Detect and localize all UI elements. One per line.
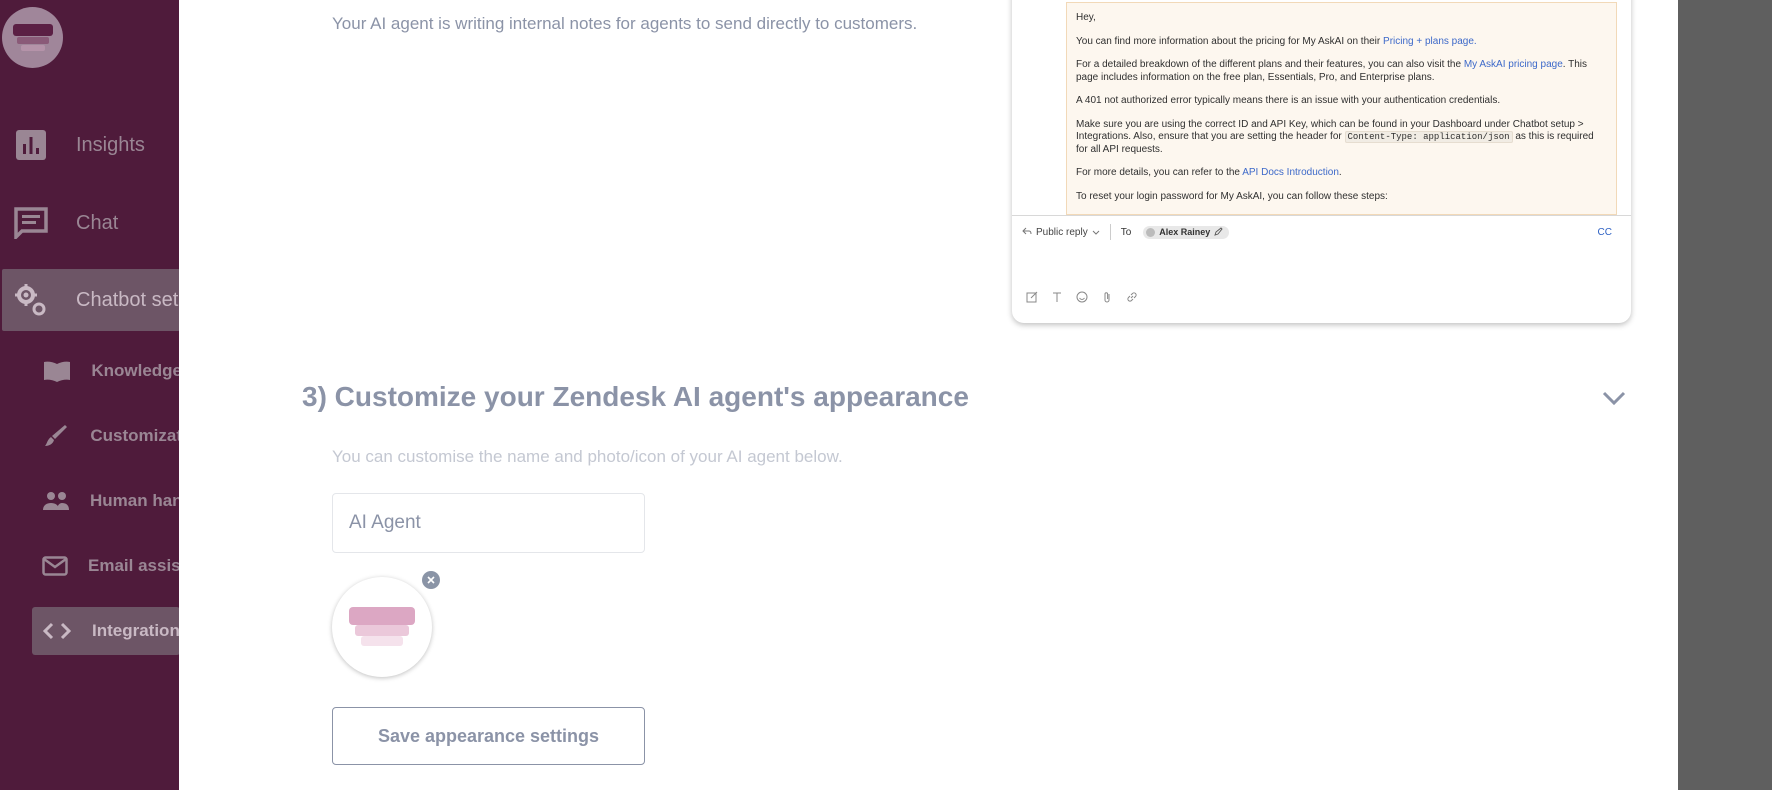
sidebar-subitem-knowledge[interactable]: Knowledge	[32, 347, 182, 395]
link-icon[interactable]	[1124, 289, 1139, 304]
email-paragraph: For a detailed breakdown of the differen…	[1076, 59, 1588, 83]
recipient-name: Alex Rainey	[1159, 227, 1211, 237]
reply-type-dropdown[interactable]: Public reply	[1022, 227, 1100, 238]
email-preview: Hey, You can find more information about…	[1012, 0, 1631, 323]
sidebar-subitem-integrations[interactable]: Integration	[32, 607, 180, 655]
sidebar-subitem-label: Knowledge	[91, 361, 182, 380]
emoji-icon[interactable]	[1074, 289, 1089, 304]
sidebar-item-chat[interactable]: Chat	[0, 192, 180, 254]
recipient-chip[interactable]: Alex Rainey	[1143, 225, 1230, 239]
sidebar-subitem-label: Email assist	[88, 556, 182, 575]
composer-toolbar	[1024, 289, 1139, 304]
divider	[1012, 215, 1631, 216]
agent-name-input[interactable]	[332, 493, 645, 553]
sidebar-subitem-human-handover[interactable]: Human han	[32, 477, 182, 525]
pencil-icon[interactable]	[1214, 226, 1223, 238]
brush-icon	[42, 421, 70, 451]
section-title: 3) Customize your Zendesk AI agent's app…	[302, 381, 969, 412]
gears-icon	[14, 283, 48, 317]
compose-icon[interactable]	[1024, 289, 1039, 304]
app-logo[interactable]	[2, 7, 63, 68]
section-subtitle: You can customise the name and photo/ico…	[332, 447, 843, 466]
overlay-backdrop[interactable]	[1678, 0, 1772, 790]
sidebar-item-label: Chat	[76, 211, 119, 234]
content-type-code: Content-Type: application/json	[1344, 131, 1513, 143]
sidebar: Insights Chat Chatbot set Knowledge Cust…	[0, 0, 182, 790]
sidebar-subitem-label: Customizat	[90, 426, 182, 445]
agent-avatar[interactable]	[332, 577, 432, 677]
divider	[1109, 224, 1111, 240]
reply-bar: Public reply To Alex Rainey CC	[1022, 222, 1622, 242]
chevron-down-icon	[1092, 227, 1100, 238]
sidebar-subitem-customization[interactable]: Customizat	[32, 412, 182, 460]
askai-pricing-link[interactable]: My AskAI pricing page	[1464, 59, 1563, 70]
reply-type-label: Public reply	[1036, 226, 1088, 238]
collapse-chevron-icon[interactable]	[1599, 386, 1629, 410]
agent-avatar-image	[349, 607, 415, 647]
avatar	[1146, 227, 1156, 237]
email-paragraph: A 401 not authorized error typically mea…	[1076, 95, 1501, 106]
code-icon	[42, 616, 72, 646]
sidebar-item-insights[interactable]: Insights	[0, 114, 180, 176]
save-appearance-button[interactable]: Save appearance settings	[332, 707, 645, 765]
attachment-icon[interactable]	[1099, 289, 1114, 304]
sidebar-item-label: Insights	[76, 133, 145, 156]
people-icon	[42, 486, 70, 516]
sidebar-subitem-email-assist[interactable]: Email assist	[32, 542, 182, 590]
bar-chart-icon	[14, 128, 48, 162]
pricing-plans-link[interactable]: Pricing + plans page.	[1383, 36, 1477, 47]
email-body: Hey, You can find more information about…	[1066, 2, 1617, 215]
mail-icon	[42, 551, 68, 581]
sidebar-item-label: Chatbot set	[76, 288, 179, 311]
intro-text: Your AI agent is writing internal notes …	[332, 14, 918, 33]
cc-link[interactable]: CC	[1598, 227, 1612, 238]
book-icon	[42, 356, 71, 386]
email-greeting: Hey,	[1076, 12, 1096, 23]
text-format-icon[interactable]	[1049, 289, 1064, 304]
sidebar-subitem-label: Human han	[90, 491, 182, 510]
settings-panel: Your AI agent is writing internal notes …	[179, 0, 1678, 790]
logo-stack-icon	[12, 21, 53, 55]
remove-avatar-icon[interactable]	[422, 571, 440, 589]
chat-icon	[14, 206, 48, 240]
to-label: To	[1120, 226, 1132, 238]
sidebar-subitem-label: Integration	[92, 621, 180, 640]
reply-arrow-icon	[1022, 227, 1032, 238]
sidebar-item-chatbot-settings[interactable]: Chatbot set	[2, 269, 180, 331]
email-paragraph: To reset your login password for My AskA…	[1076, 190, 1388, 202]
email-paragraph: For more details, you can refer to the A…	[1076, 167, 1342, 178]
email-paragraph: You can find more information about the …	[1076, 35, 1477, 47]
api-docs-link[interactable]: API Docs Introduction	[1242, 167, 1339, 178]
email-paragraph: Make sure you are using the correct ID a…	[1076, 118, 1594, 155]
